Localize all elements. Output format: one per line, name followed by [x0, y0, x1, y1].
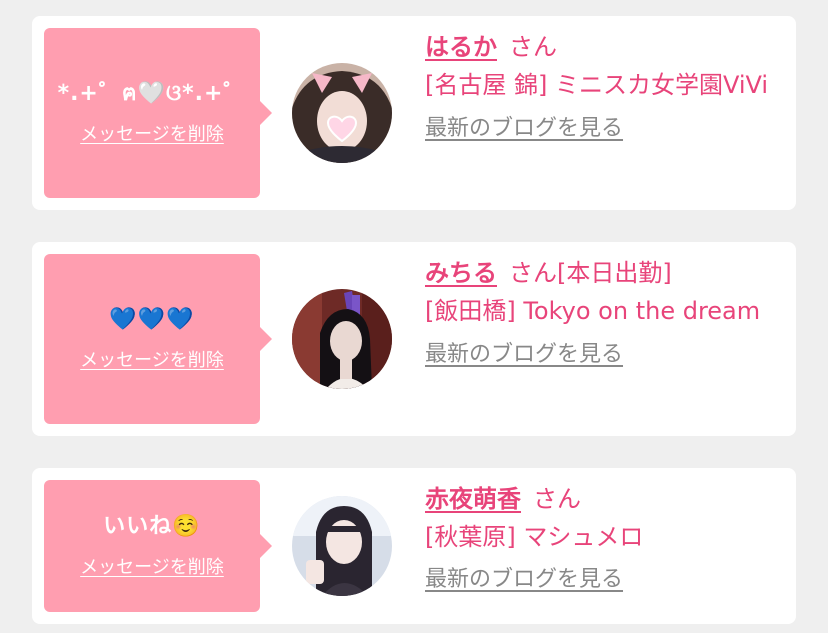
- message-text: 💙💙💙: [109, 307, 195, 332]
- shop-text: [秋葉原] マシュメロ: [425, 523, 644, 551]
- member-info: みちる さん[本日出勤] [飯田橋] Tokyo on the dream 最新の…: [425, 258, 785, 368]
- profile-photo-icon: [292, 289, 392, 389]
- delete-message-link[interactable]: メッセージを削除: [80, 346, 224, 372]
- message-card: いいね☺️ メッセージを削除 赤夜萌香 さん [秋葉原] マシュメロ 最新のブログ…: [32, 468, 796, 624]
- member-info: はるか さん [名古屋 錦] ミニスカ女学園ViVi 最新のブログを見る: [425, 32, 785, 142]
- latest-blog-link[interactable]: 最新のブログを見る: [425, 561, 623, 593]
- member-name-link[interactable]: 赤夜萌香: [425, 485, 521, 513]
- name-suffix: さん: [509, 33, 557, 61]
- avatar[interactable]: [292, 289, 392, 389]
- shop-text: [名古屋 錦] ミニスカ女学園ViVi: [425, 71, 769, 99]
- message-bubble: *.+゜ฅ🤍ଓ*.+゜ メッセージを削除: [44, 28, 272, 198]
- message-text: いいね☺️: [103, 514, 201, 539]
- member-name-link[interactable]: みちる: [425, 259, 497, 287]
- message-card: 💙💙💙 メッセージを削除 みちる さん[本日出勤] [飯田橋] Tokyo on …: [32, 242, 796, 436]
- member-name-link[interactable]: はるか: [425, 33, 497, 61]
- profile-photo-icon: [292, 63, 392, 163]
- profile-photo-icon: [292, 496, 392, 596]
- delete-message-link[interactable]: メッセージを削除: [80, 553, 224, 579]
- avatar[interactable]: [292, 496, 392, 596]
- name-suffix: さん: [533, 485, 581, 513]
- name-line: みちる さん[本日出勤]: [425, 258, 785, 288]
- message-bubble: いいね☺️ メッセージを削除: [44, 480, 272, 612]
- message-card: *.+゜ฅ🤍ଓ*.+゜ メッセージを削除 はるか さん [名古屋 錦] ミニスカ女…: [32, 16, 796, 210]
- member-info: 赤夜萌香 さん [秋葉原] マシュメロ 最新のブログを見る: [425, 484, 785, 593]
- latest-blog-link[interactable]: 最新のブログを見る: [425, 110, 623, 142]
- shop-text: [飯田橋] Tokyo on the dream: [425, 297, 761, 325]
- latest-blog-link[interactable]: 最新のブログを見る: [425, 336, 623, 368]
- delete-message-link[interactable]: メッセージを削除: [80, 120, 224, 146]
- name-line: はるか さん: [425, 32, 785, 62]
- message-text: *.+゜ฅ🤍ଓ*.+゜: [57, 81, 247, 106]
- message-bubble: 💙💙💙 メッセージを削除: [44, 254, 272, 424]
- name-suffix: さん[本日出勤]: [509, 259, 672, 287]
- name-line: 赤夜萌香 さん: [425, 484, 785, 514]
- avatar[interactable]: [292, 63, 392, 163]
